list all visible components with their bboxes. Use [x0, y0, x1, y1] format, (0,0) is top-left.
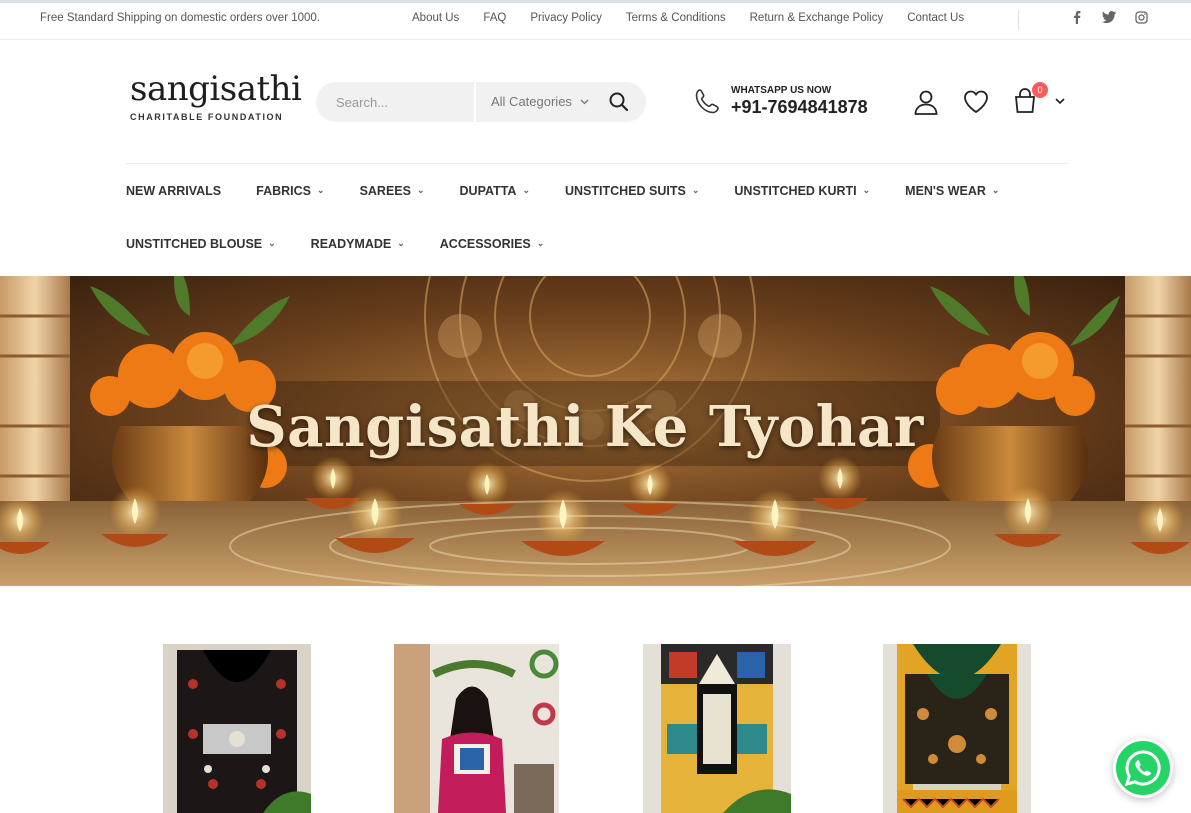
nav-label: READYMADE: [310, 236, 392, 251]
category-label: All Categories: [491, 94, 572, 109]
logo-tagline: CHARITABLE FOUNDATION: [130, 112, 284, 122]
facebook-icon[interactable]: [1070, 10, 1084, 24]
nav-label: ACCESSORIES: [439, 236, 531, 251]
product-card[interactable]: [394, 644, 559, 813]
wishlist-heart-icon[interactable]: [962, 88, 990, 116]
search-icon[interactable]: [606, 89, 632, 115]
nav-accessories[interactable]: ACCESSORIES ⌄: [440, 237, 545, 251]
terms-link[interactable]: Terms & Conditions: [626, 12, 726, 24]
chevron-down-icon[interactable]: [1054, 95, 1066, 107]
category-select[interactable]: All Categories: [491, 94, 589, 109]
nav-row-1: NEW ARRIVALS FABRICS ⌄ SAREES ⌄ DUPATTA ⌄ U…: [126, 164, 1086, 217]
nav-row-2: UNSTITCHED BLOUSE ⌄ READYMADE ⌄ ACCESSORIE…: [126, 217, 1086, 270]
chevron-down-icon: ⌄: [416, 185, 425, 195]
nav-label: UNSTITCHED KURTI: [734, 183, 857, 198]
nav-unstitched-kurti[interactable]: UNSTITCHED KURTI ⌄: [734, 184, 870, 198]
banner-title: Sangisathi Ke Tyohar: [246, 394, 924, 460]
nav-label: FABRICS: [256, 183, 312, 198]
cart-count-badge: 0: [1032, 82, 1048, 98]
header: sangisathi CHARITABLE FOUNDATION All Cat…: [0, 40, 1191, 164]
nav-label: UNSTITCHED BLOUSE: [126, 236, 263, 251]
nav-label: UNSTITCHED SUITS: [565, 183, 686, 198]
whatsapp-chat-button[interactable]: [1113, 738, 1173, 798]
nav-unstitched-blouse[interactable]: UNSTITCHED BLOUSE ⌄: [126, 237, 276, 251]
nav-label: DUPATTA: [459, 183, 517, 198]
chevron-down-icon: ⌄: [317, 185, 325, 195]
nav-label: MEN'S WEAR: [905, 183, 986, 198]
chevron-down-icon: [580, 99, 589, 104]
faq-link[interactable]: FAQ: [483, 12, 506, 24]
nav-label: SAREES: [359, 183, 411, 198]
product-card[interactable]: [643, 644, 791, 813]
product-image: [163, 644, 311, 813]
privacy-policy-link[interactable]: Privacy Policy: [530, 12, 602, 24]
product-image: [394, 644, 559, 813]
logo-wordmark: sangisathi: [130, 69, 302, 109]
chevron-down-icon: ⌄: [691, 185, 700, 195]
phone-icon: [695, 89, 719, 114]
chevron-down-icon: ⌄: [536, 238, 545, 248]
product-card[interactable]: [163, 644, 311, 813]
chevron-down-icon: ⌄: [862, 185, 871, 195]
chevron-down-icon: ⌄: [268, 238, 276, 248]
search-input[interactable]: [336, 82, 471, 122]
divider: [1018, 10, 1019, 30]
site-logo[interactable]: sangisathi CHARITABLE FOUNDATION: [130, 72, 302, 128]
product-card[interactable]: [883, 644, 1031, 813]
top-bar: Free Standard Shipping on domestic order…: [0, 0, 1191, 40]
return-exchange-link[interactable]: Return & Exchange Policy: [750, 12, 884, 24]
search-divider: [474, 82, 476, 122]
twitter-icon[interactable]: [1102, 10, 1116, 24]
chevron-down-icon: ⌄: [522, 185, 530, 195]
nav-readymade[interactable]: READYMADE ⌄: [311, 237, 405, 251]
search-bar: All Categories: [316, 82, 646, 122]
nav-label: NEW ARRIVALS: [126, 183, 222, 198]
nav-dupatta[interactable]: DUPATTA ⌄: [460, 184, 530, 198]
whatsapp-icon: [1124, 750, 1161, 787]
about-us-link[interactable]: About Us: [412, 12, 459, 24]
product-grid: [0, 586, 1191, 813]
social-links: [1070, 10, 1148, 24]
top-links: About Us FAQ Privacy Policy Terms & Cond…: [412, 12, 988, 24]
product-image: [643, 644, 791, 813]
chevron-down-icon: ⌄: [991, 185, 1000, 195]
nav-sarees[interactable]: SAREES ⌄: [360, 184, 425, 198]
nav-new-arrivals[interactable]: NEW ARRIVALS: [126, 184, 221, 198]
shipping-notice: Free Standard Shipping on domestic order…: [40, 12, 320, 24]
user-icon[interactable]: [912, 88, 940, 116]
product-image: [883, 644, 1031, 813]
contact-us-link[interactable]: Contact Us: [907, 12, 964, 24]
nav-mens-wear[interactable]: MEN'S WEAR ⌄: [905, 184, 999, 198]
nav-fabrics[interactable]: FABRICS ⌄: [256, 184, 324, 198]
nav-unstitched-suits[interactable]: UNSTITCHED SUITS ⌄: [565, 184, 699, 198]
chevron-down-icon: ⌄: [397, 238, 405, 248]
hero-banner[interactable]: Sangisathi Ke Tyohar: [0, 276, 1191, 586]
phone-number: +91-7694841878: [731, 97, 868, 117]
main-nav: NEW ARRIVALS FABRICS ⌄ SAREES ⌄ DUPATTA ⌄ U…: [126, 164, 1086, 270]
whatsapp-label: WHATSAPP US NOW: [731, 85, 832, 96]
instagram-icon[interactable]: [1134, 10, 1148, 24]
